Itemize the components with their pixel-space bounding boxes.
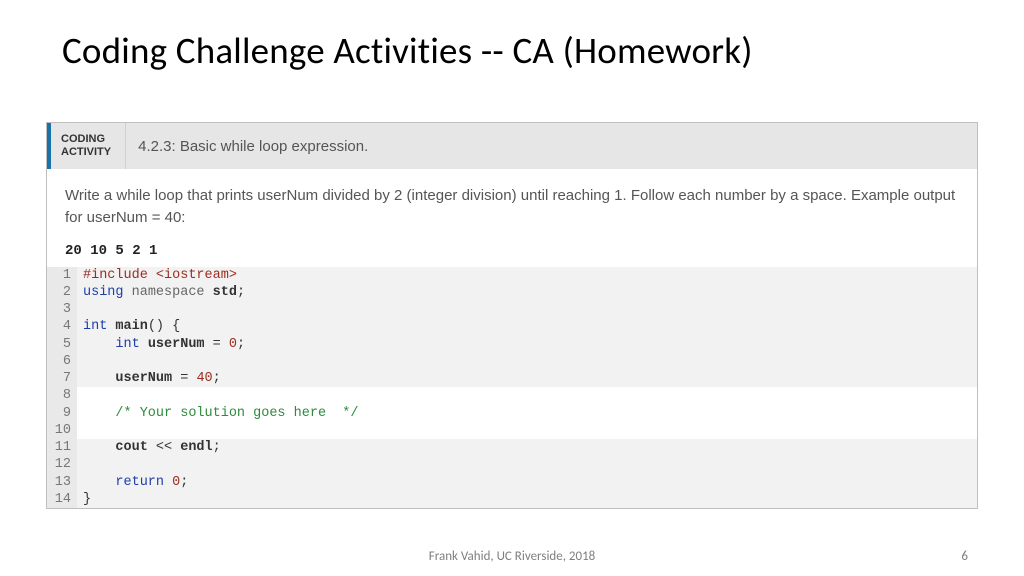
badge-line-2: ACTIVITY [61, 146, 111, 159]
code-content [77, 387, 91, 404]
code-content [77, 422, 91, 439]
code-content: using namespace std; [77, 284, 245, 301]
slide-footer: Frank Vahid, UC Riverside, 2018 [0, 549, 1024, 564]
line-number: 13 [47, 474, 77, 491]
code-line: 12 [47, 456, 977, 473]
line-number: 7 [47, 370, 77, 387]
code-line: 7 userNum = 40; [47, 370, 977, 387]
line-number: 14 [47, 491, 77, 508]
line-number: 12 [47, 456, 77, 473]
code-content: cout << endl; [77, 439, 221, 456]
code-content: userNum = 40; [77, 370, 221, 387]
code-content: } [77, 491, 91, 508]
code-content: /* Your solution goes here */ [77, 405, 358, 422]
code-content: return 0; [77, 474, 188, 491]
code-line: 3 [47, 301, 977, 318]
code-line: 14} [47, 491, 977, 508]
code-line: 1#include <iostream> [47, 267, 977, 284]
code-line: 13 return 0; [47, 474, 977, 491]
code-content: #include <iostream> [77, 267, 237, 284]
code-line: 2using namespace std; [47, 284, 977, 301]
slide-title: Coding Challenge Activities -- CA (Homew… [0, 0, 1024, 73]
line-number: 5 [47, 336, 77, 353]
code-content [77, 456, 91, 473]
activity-instructions: Write a while loop that prints userNum d… [47, 169, 977, 239]
line-number: 8 [47, 387, 77, 404]
line-number: 3 [47, 301, 77, 318]
badge-line-1: CODING [61, 133, 111, 146]
code-line: 9 /* Your solution goes here */ [47, 405, 977, 422]
code-line: 10 [47, 422, 977, 439]
code-content [77, 353, 91, 370]
slide-page-number: 6 [961, 549, 968, 564]
code-line: 11 cout << endl; [47, 439, 977, 456]
line-number: 1 [47, 267, 77, 284]
code-line: 8 [47, 387, 977, 404]
line-number: 2 [47, 284, 77, 301]
line-number: 6 [47, 353, 77, 370]
code-content: int main() { [77, 318, 180, 335]
code-line: 6 [47, 353, 977, 370]
activity-title: 4.2.3: Basic while loop expression. [126, 123, 368, 169]
activity-badge: CODING ACTIVITY [51, 123, 126, 169]
line-number: 11 [47, 439, 77, 456]
code-content [77, 301, 91, 318]
activity-panel: CODING ACTIVITY 4.2.3: Basic while loop … [46, 122, 978, 509]
line-number: 10 [47, 422, 77, 439]
code-line: 5 int userNum = 0; [47, 336, 977, 353]
activity-header: CODING ACTIVITY 4.2.3: Basic while loop … [47, 123, 977, 169]
line-number: 9 [47, 405, 77, 422]
code-content: int userNum = 0; [77, 336, 245, 353]
line-number: 4 [47, 318, 77, 335]
code-line: 4int main() { [47, 318, 977, 335]
example-output: 20 10 5 2 1 [47, 239, 977, 267]
code-block: 1#include <iostream>2using namespace std… [47, 267, 977, 509]
